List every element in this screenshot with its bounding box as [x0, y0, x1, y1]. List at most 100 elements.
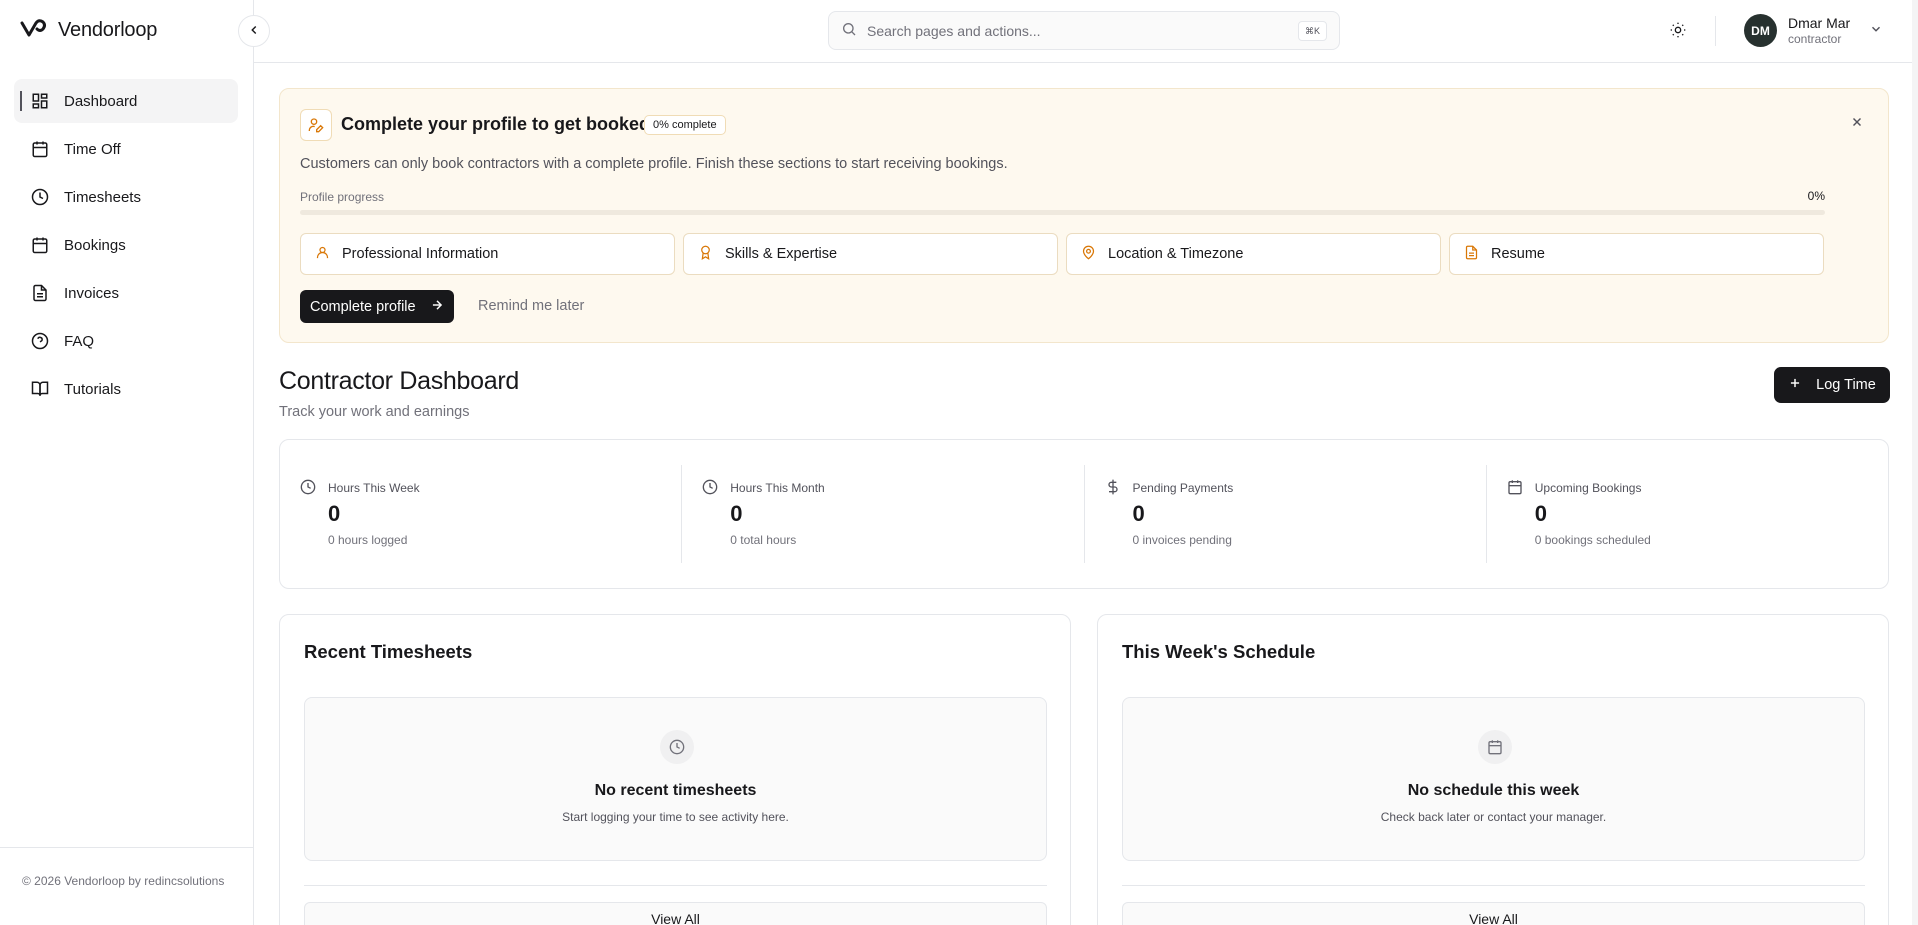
user-role: contractor [1788, 32, 1842, 46]
avatar: DM [1744, 14, 1777, 47]
log-time-label: Log Time [1816, 377, 1876, 393]
stat-sub: 0 invoices pending [1132, 533, 1232, 547]
user-name: Dmar Mar [1788, 15, 1851, 31]
sidebar-nav: Dashboard Time Off Timesheets Bookings I… [14, 79, 238, 415]
sidebar: Vendorloop Dashboard Time Off Timesheets… [0, 0, 254, 925]
sidebar-item-time-off[interactable]: Time Off [14, 127, 238, 171]
sidebar-item-bookings[interactable]: Bookings [14, 223, 238, 267]
search-placeholder: Search pages and actions... [867, 22, 1041, 39]
search-shortcut: ⌘K [1297, 21, 1327, 41]
stat-hours-this-month: Hours This Month 0 0 total hours [682, 465, 1085, 563]
panel-divider [304, 885, 1047, 886]
weekly-schedule-panel: This Week's Schedule No schedule this we… [1097, 614, 1889, 925]
section-label: Skills & Expertise [725, 246, 838, 262]
complete-profile-button[interactable]: Complete profile [300, 290, 454, 323]
dashboard-icon [30, 91, 50, 111]
stat-label: Hours This Week [328, 481, 420, 495]
stat-hours-this-week: Hours This Week 0 0 hours logged [280, 465, 683, 563]
stat-sub: 0 total hours [730, 533, 797, 547]
help-circle-icon [30, 331, 50, 351]
book-open-icon [30, 379, 50, 399]
chevron-down-icon [1869, 22, 1883, 39]
panel-title: This Week's Schedule [1122, 641, 1316, 662]
clock-icon [702, 479, 720, 497]
stat-pending-payments: Pending Payments 0 0 invoices pending [1085, 465, 1487, 563]
view-all-schedule-button[interactable]: View All [1122, 902, 1865, 925]
brand-name: Vendorloop [58, 19, 158, 41]
sidebar-item-faq[interactable]: FAQ [14, 319, 238, 363]
brand[interactable]: Vendorloop [20, 18, 157, 43]
section-skills-expertise[interactable]: Skills & Expertise [683, 233, 1058, 275]
section-location-timezone[interactable]: Location & Timezone [1066, 233, 1441, 275]
user-menu[interactable]: DM Dmar Mar contractor [1744, 14, 1883, 47]
panel-title: Recent Timesheets [304, 641, 473, 662]
section-label: Resume [1491, 246, 1545, 262]
log-time-button[interactable]: Log Time [1774, 367, 1890, 403]
stat-label: Upcoming Bookings [1534, 481, 1642, 495]
sidebar-item-invoices[interactable]: Invoices [14, 271, 238, 315]
close-icon [1850, 115, 1864, 132]
header-divider [1715, 16, 1716, 46]
view-all-timesheets-button[interactable]: View All [304, 902, 1047, 925]
search-input[interactable]: Search pages and actions... ⌘K [828, 11, 1340, 50]
sidebar-item-label: FAQ [64, 332, 95, 350]
calendar-icon [1507, 479, 1525, 497]
sidebar-item-label: Invoices [64, 284, 120, 302]
sidebar-item-label: Dashboard [64, 92, 138, 110]
panel-divider [1122, 885, 1865, 886]
empty-state: No schedule this week Check back later o… [1122, 697, 1865, 861]
plus-icon [1788, 376, 1802, 394]
stat-upcoming-bookings: Upcoming Bookings 0 0 bookings scheduled [1487, 465, 1888, 563]
calendar-icon [1478, 730, 1512, 764]
empty-subtitle: Check back later or contact your manager… [1380, 810, 1607, 824]
sun-icon [1670, 22, 1686, 41]
chevron-left-icon [247, 23, 261, 40]
clock-icon [300, 479, 318, 497]
stat-label: Pending Payments [1132, 481, 1234, 495]
dollar-icon [1105, 479, 1123, 497]
complete-profile-label: Complete profile [310, 298, 416, 315]
calendar-icon [30, 235, 50, 255]
sidebar-item-label: Timesheets [64, 188, 141, 206]
clock-icon [660, 730, 694, 764]
remind-me-later-button[interactable]: Remind me later [478, 298, 584, 314]
sidebar-item-tutorials[interactable]: Tutorials [14, 367, 238, 411]
sidebar-item-timesheets[interactable]: Timesheets [14, 175, 238, 219]
theme-toggle-button[interactable] [1664, 17, 1692, 45]
profile-progress-bar [300, 210, 1825, 215]
stat-value: 0 [328, 501, 341, 526]
vendorloop-logo-icon [20, 18, 48, 43]
completion-badge: 0% complete [644, 115, 726, 135]
sidebar-item-dashboard[interactable]: Dashboard [14, 79, 238, 123]
sidebar-footer: © 2026 Vendorloop by redincsolutions [0, 847, 254, 925]
banner-title: Complete your profile to get booked [341, 114, 651, 134]
file-icon [1464, 245, 1479, 264]
scrollbar[interactable] [1912, 0, 1918, 925]
collapse-sidebar-button[interactable] [238, 15, 270, 47]
progress-value: 0% [1807, 189, 1825, 203]
page-title: Contractor Dashboard [279, 367, 519, 395]
banner-description: Customers can only book contractors with… [300, 156, 1008, 172]
profile-completion-banner: Complete your profile to get booked 0% c… [279, 88, 1889, 343]
close-banner-button[interactable] [1848, 114, 1866, 132]
user-info: Dmar Mar contractor [1788, 14, 1850, 47]
empty-title: No schedule this week [1407, 782, 1580, 799]
page-subtitle: Track your work and earnings [279, 404, 470, 420]
recent-timesheets-panel: Recent Timesheets No recent timesheets S… [279, 614, 1071, 925]
empty-subtitle: Start logging your time to see activity … [562, 810, 789, 824]
stats-card: Hours This Week 0 0 hours logged Hours T… [279, 439, 1889, 589]
search-icon [841, 21, 857, 40]
profile-sections: Professional Information Skills & Expert… [300, 233, 1824, 275]
calendar-icon [30, 139, 50, 159]
award-icon [698, 245, 713, 264]
sidebar-item-label: Tutorials [64, 380, 121, 398]
section-label: Professional Information [342, 246, 499, 262]
section-professional-information[interactable]: Professional Information [300, 233, 675, 275]
sidebar-item-label: Time Off [64, 140, 121, 158]
file-text-icon [30, 283, 50, 303]
user-icon [315, 245, 330, 264]
section-resume[interactable]: Resume [1449, 233, 1824, 275]
stat-label: Hours This Month [730, 481, 825, 495]
arrow-right-icon [430, 298, 444, 316]
map-pin-icon [1081, 245, 1096, 264]
